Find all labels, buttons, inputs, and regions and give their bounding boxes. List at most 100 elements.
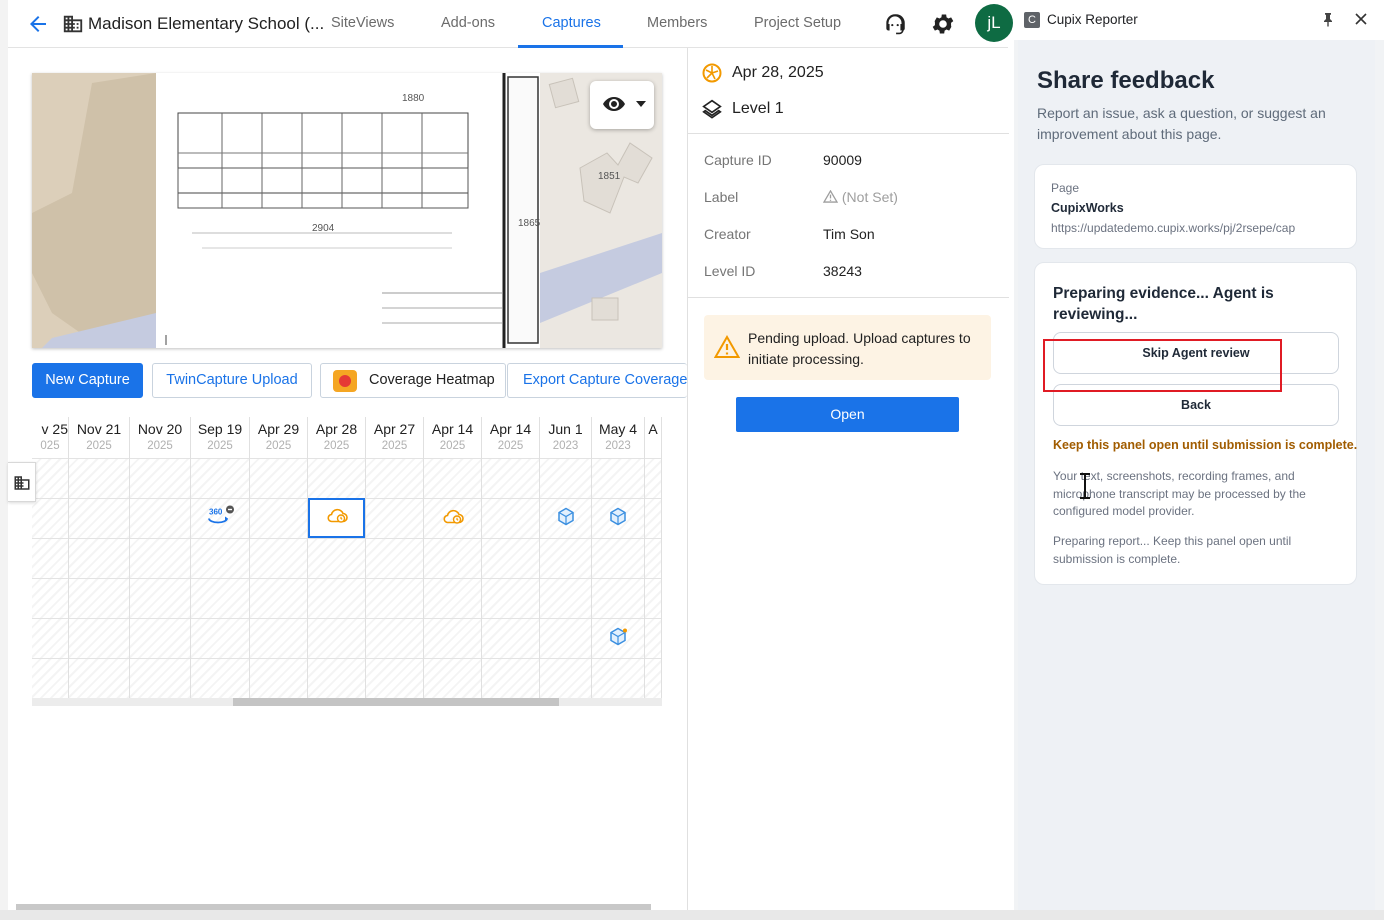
timeline-cell[interactable] bbox=[645, 618, 661, 658]
timeline-column[interactable]: Jun 1 2023 bbox=[540, 417, 592, 698]
timeline-cell[interactable] bbox=[424, 538, 481, 578]
timeline-cell[interactable] bbox=[130, 658, 190, 698]
timeline-column[interactable]: Nov 20 2025 bbox=[130, 417, 191, 698]
back-button[interactable]: Back bbox=[1053, 384, 1339, 426]
timeline-column[interactable]: Apr 27 2025 bbox=[366, 417, 424, 698]
tab-add-ons[interactable]: Add-ons bbox=[441, 15, 495, 31]
timeline-column[interactable]: v 25 025 bbox=[32, 417, 69, 698]
tab-siteviews[interactable]: SiteViews bbox=[331, 15, 394, 31]
timeline-column[interactable]: Apr 14 2025 bbox=[482, 417, 540, 698]
timeline-cell[interactable] bbox=[130, 618, 190, 658]
timeline-cell[interactable] bbox=[308, 618, 365, 658]
back-arrow-icon[interactable] bbox=[26, 12, 50, 36]
timeline-cell[interactable] bbox=[32, 658, 68, 698]
timeline-cell[interactable] bbox=[191, 578, 249, 618]
timeline-cell[interactable] bbox=[482, 578, 539, 618]
timeline-cell[interactable] bbox=[592, 658, 644, 698]
timeline-cell[interactable] bbox=[250, 538, 307, 578]
timeline-scrollbar-thumb[interactable] bbox=[233, 698, 559, 706]
timeline-cell[interactable] bbox=[645, 578, 661, 618]
timeline-cell[interactable] bbox=[130, 498, 190, 538]
timeline-cell[interactable] bbox=[308, 578, 365, 618]
timeline-cell[interactable] bbox=[69, 578, 129, 618]
coverage-heatmap-button[interactable]: Coverage Heatmap bbox=[320, 363, 506, 398]
timeline-cell[interactable] bbox=[592, 458, 644, 498]
timeline-cell[interactable] bbox=[69, 458, 129, 498]
timeline-cell[interactable] bbox=[645, 538, 661, 578]
pending-upload-cloud-icon[interactable] bbox=[326, 508, 348, 529]
timeline-cell[interactable] bbox=[130, 458, 190, 498]
tab-members[interactable]: Members bbox=[647, 15, 707, 31]
pending-upload-cloud-icon[interactable] bbox=[442, 508, 464, 529]
timeline-cell-selected[interactable] bbox=[308, 498, 365, 538]
timeline-column-header[interactable]: Sep 19 2025 bbox=[191, 417, 249, 458]
timeline-cell[interactable] bbox=[540, 498, 591, 538]
label-value[interactable]: (Not Set) bbox=[822, 189, 898, 205]
project-title[interactable]: Madison Elementary School (... bbox=[88, 14, 324, 34]
processed-capture-cube-icon[interactable] bbox=[608, 506, 628, 531]
timeline-cell[interactable] bbox=[32, 578, 68, 618]
timeline-column-header[interactable]: A bbox=[645, 417, 661, 458]
tab-captures[interactable]: Captures bbox=[542, 15, 601, 31]
timeline-column[interactable]: A bbox=[645, 417, 662, 698]
timeline-cell[interactable] bbox=[482, 538, 539, 578]
user-avatar[interactable]: jL bbox=[975, 4, 1013, 42]
timeline-cell[interactable] bbox=[540, 458, 591, 498]
capture-360-icon[interactable]: 360 bbox=[205, 504, 235, 533]
timeline-cell[interactable] bbox=[366, 498, 423, 538]
timeline-column-header[interactable]: Apr 29 2025 bbox=[250, 417, 307, 458]
timeline-cell[interactable] bbox=[482, 458, 539, 498]
timeline-cell[interactable] bbox=[645, 498, 661, 538]
timeline-scrollbar[interactable] bbox=[32, 698, 662, 706]
close-icon[interactable] bbox=[1353, 11, 1369, 27]
timeline-cell[interactable] bbox=[592, 578, 644, 618]
timeline-cell[interactable] bbox=[592, 538, 644, 578]
timeline-cell[interactable] bbox=[592, 618, 644, 658]
timeline-cell[interactable] bbox=[366, 578, 423, 618]
tab-project-setup[interactable]: Project Setup bbox=[754, 15, 841, 31]
timeline-cell[interactable] bbox=[32, 538, 68, 578]
timeline-cell[interactable] bbox=[191, 618, 249, 658]
timeline-cell[interactable] bbox=[424, 658, 481, 698]
timeline-column-header[interactable]: Apr 27 2025 bbox=[366, 417, 423, 458]
timeline-cell[interactable] bbox=[130, 538, 190, 578]
timeline-cell[interactable] bbox=[250, 618, 307, 658]
timeline-cell[interactable] bbox=[32, 618, 68, 658]
timeline-column[interactable]: Nov 21 2025 bbox=[69, 417, 130, 698]
timeline-cell[interactable] bbox=[366, 458, 423, 498]
timeline-cell[interactable] bbox=[250, 578, 307, 618]
timeline-cell[interactable] bbox=[540, 538, 591, 578]
timeline-column[interactable]: Apr 28 2025 bbox=[308, 417, 366, 698]
timeline-cell[interactable] bbox=[482, 618, 539, 658]
settings-gear-icon[interactable] bbox=[930, 11, 956, 37]
timeline-cell[interactable] bbox=[482, 498, 539, 538]
timeline-cell[interactable] bbox=[424, 458, 481, 498]
skip-agent-review-button[interactable]: Skip Agent review bbox=[1053, 332, 1339, 374]
timeline-cell[interactable] bbox=[69, 498, 129, 538]
timeline-column-header[interactable]: Apr 14 2025 bbox=[424, 417, 481, 458]
timeline-cell[interactable] bbox=[250, 498, 307, 538]
visibility-toggle-button[interactable] bbox=[590, 81, 654, 129]
timeline-cell[interactable] bbox=[482, 658, 539, 698]
timeline-column-header[interactable]: Apr 28 2025 bbox=[308, 417, 365, 458]
new-capture-button[interactable]: New Capture bbox=[32, 363, 143, 398]
timeline-cell[interactable] bbox=[191, 458, 249, 498]
timeline-cell[interactable] bbox=[69, 538, 129, 578]
timeline-column-header[interactable]: May 4 2023 bbox=[592, 417, 644, 458]
timeline-column-header[interactable]: Nov 20 2025 bbox=[130, 417, 190, 458]
timeline-column[interactable]: Sep 19 2025 360 bbox=[191, 417, 250, 698]
timeline-cell[interactable] bbox=[366, 618, 423, 658]
timeline-cell[interactable] bbox=[191, 538, 249, 578]
timeline-column[interactable]: May 4 2023 bbox=[592, 417, 645, 698]
timeline-cell[interactable] bbox=[250, 658, 307, 698]
timeline-cell[interactable] bbox=[69, 618, 129, 658]
timeline-cell[interactable] bbox=[130, 578, 190, 618]
timeline-cell[interactable] bbox=[308, 538, 365, 578]
timeline-cell[interactable] bbox=[69, 658, 129, 698]
timeline-cell[interactable] bbox=[32, 458, 68, 498]
floorplan-map[interactable]: 1880 1851 1865 2904 bbox=[32, 73, 662, 348]
timeline-column[interactable]: Apr 14 2025 bbox=[424, 417, 482, 698]
timeline-cell[interactable] bbox=[191, 658, 249, 698]
processed-capture-cube-icon[interactable] bbox=[556, 506, 576, 531]
twincapture-upload-button[interactable]: TwinCapture Upload bbox=[152, 363, 312, 398]
